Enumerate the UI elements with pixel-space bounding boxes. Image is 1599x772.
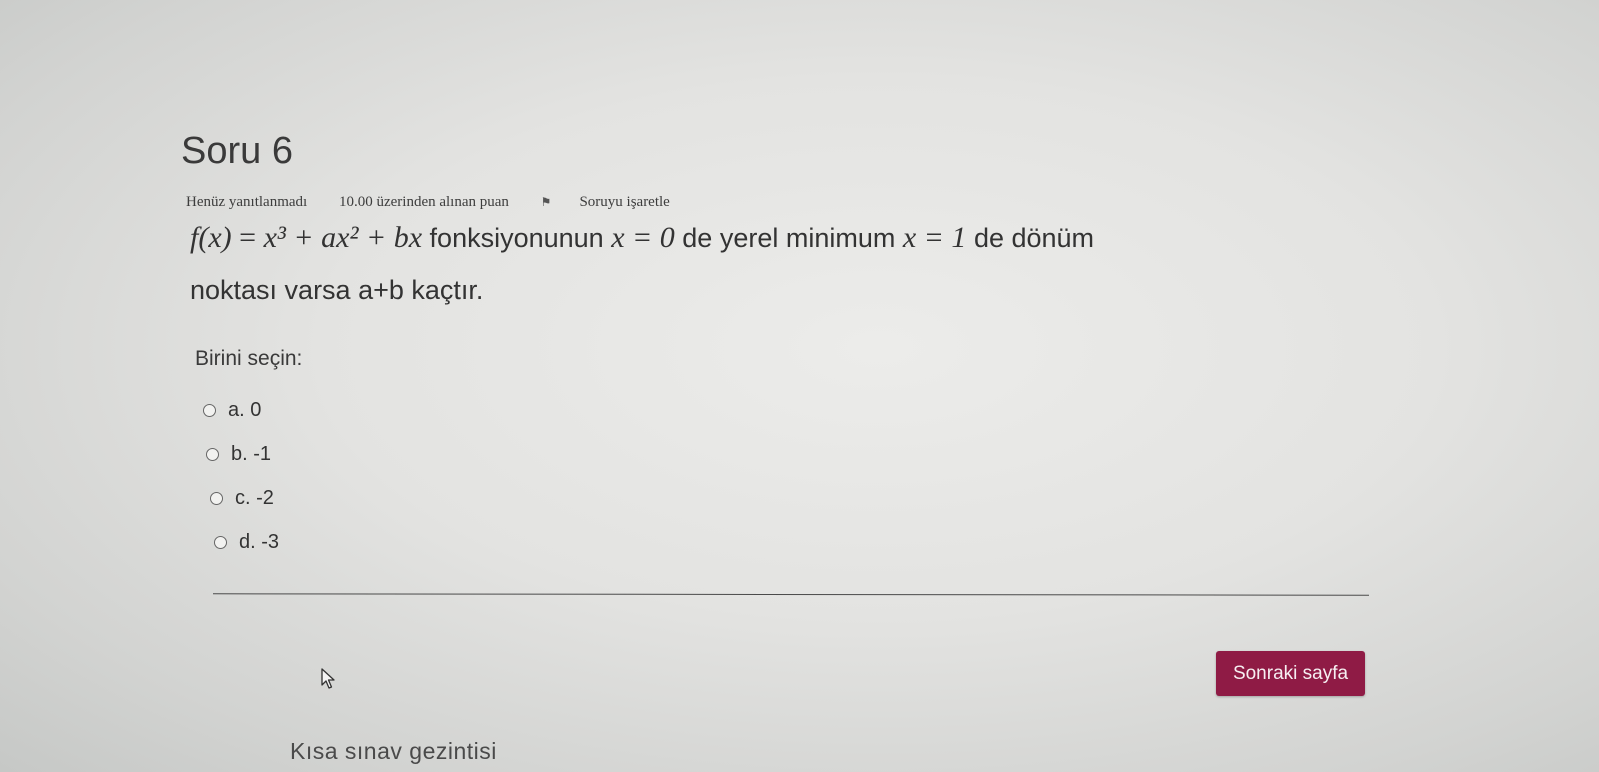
next-page-button[interactable]: Sonraki sayfa	[1216, 651, 1365, 696]
option-letter: c.	[235, 486, 251, 509]
divider	[212, 593, 1370, 596]
question-status: Henüz yanıtlanmadı	[186, 194, 308, 210]
question-title: Soru 6	[181, 130, 293, 172]
question-info: Henüz yanıtlanmadı 10.00 üzerinden alına…	[186, 194, 726, 211]
condition-1: x = 0	[611, 221, 675, 254]
quiz-page: Soru 6 Henüz yanıtlanmadı 10.00 üzerinde…	[0, 0, 1599, 772]
question-text-part3: de dönüm	[973, 223, 1095, 253]
option-letter: d.	[239, 530, 256, 553]
option-letter: a.	[228, 398, 245, 421]
flag-icon: ⚑	[540, 195, 552, 209]
flag-label: Soruyu işaretle	[579, 194, 670, 210]
quiz-navigation-link[interactable]: Kısa sınav gezintisi	[290, 738, 497, 765]
option-c[interactable]: c. -2	[210, 476, 279, 520]
option-value: -2	[256, 486, 274, 509]
question-text-line2: noktası varsa a+b kaçtır.	[190, 275, 484, 305]
condition-2: x = 1	[902, 221, 967, 254]
equals-sign: =	[239, 221, 257, 254]
radio-button[interactable]	[214, 535, 227, 549]
radio-button[interactable]	[203, 403, 216, 417]
flag-question-link[interactable]: ⚑ Soruyu işaretle	[541, 194, 698, 210]
option-b[interactable]: b. -1	[206, 432, 279, 476]
mouse-cursor-icon	[321, 668, 335, 689]
function-rhs: x³ + ax² + bx	[263, 221, 423, 254]
question-text-part2: de yerel minimum	[682, 223, 896, 253]
option-a[interactable]: a. 0	[203, 388, 279, 432]
answer-prompt: Birini seçin:	[195, 347, 303, 370]
question-text-part1: fonksiyonunun	[429, 223, 604, 253]
option-value: -1	[253, 442, 272, 465]
question-mark: 10.00 üzerinden alınan puan	[338, 194, 509, 210]
option-value: 0	[250, 398, 262, 421]
option-letter: b.	[231, 442, 248, 465]
function-lhs: f(x)	[190, 221, 232, 254]
option-value: -3	[261, 530, 280, 553]
radio-button[interactable]	[206, 447, 219, 461]
answer-options: a. 0 b. -1 c. -2 d. -3	[203, 388, 279, 564]
radio-button[interactable]	[210, 491, 223, 505]
question-text: f(x) = x³ + ax² + bx fonksiyonunun x = 0…	[190, 212, 1370, 316]
option-d[interactable]: d. -3	[214, 520, 279, 564]
